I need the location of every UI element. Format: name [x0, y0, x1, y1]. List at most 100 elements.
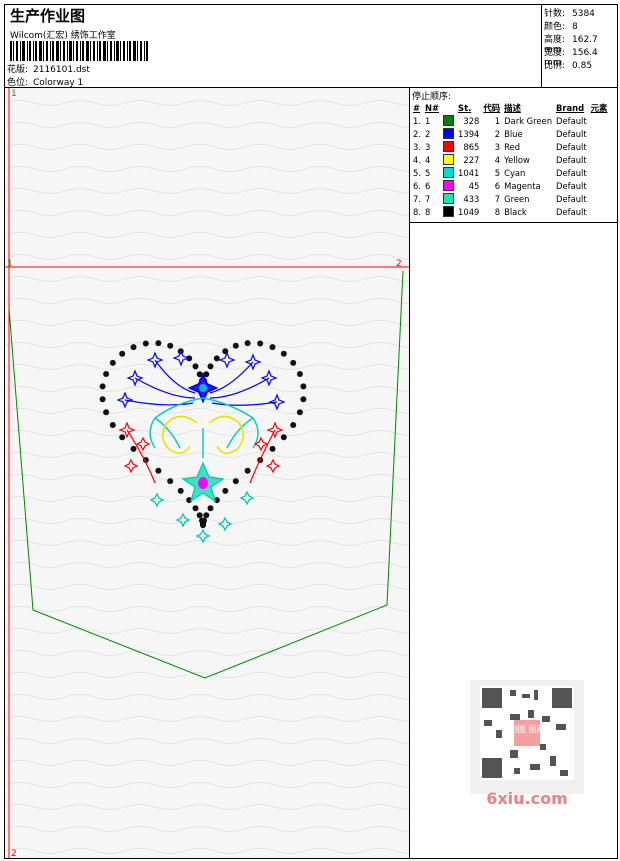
cell-desc: Cyan — [504, 167, 526, 178]
heart-dot — [296, 409, 303, 416]
color-swatch — [443, 115, 455, 126]
qr-code-image: 刻图 图网 6xiu.com — [470, 680, 584, 808]
cell-n: 3 — [425, 141, 431, 152]
cell-desc: Red — [504, 141, 521, 152]
cell-idx: 6. — [413, 180, 421, 191]
cell-n: 7 — [425, 193, 431, 204]
table-row: 6. 6 45 6 Magenta Default — [411, 179, 609, 192]
heart-dot — [244, 467, 251, 474]
heart-dot — [207, 363, 214, 370]
cell-st: 865 — [463, 141, 480, 152]
cell-code: 6 — [494, 180, 501, 191]
heart-dot — [232, 478, 239, 485]
header-info: 生产作业图 Wilcom(汇宏) 绣饰工作室 花版: 2116101.dst 色位… — [4, 4, 542, 88]
color-swatch — [443, 206, 455, 217]
heart-dot — [119, 350, 126, 357]
design-file: 花版: 2116101.dst — [7, 65, 90, 75]
color-swatch — [443, 141, 455, 152]
cell-desc: Black — [504, 206, 527, 217]
color-swatch — [443, 167, 455, 178]
heart-dot — [203, 512, 210, 519]
cell-brand: Default — [556, 206, 587, 217]
cell-idx: 4. — [413, 154, 421, 165]
heart-dot — [290, 422, 297, 428]
cell-code: 5 — [494, 167, 501, 178]
cell-n: 1 — [425, 115, 431, 126]
marker-bottom-left: 2 — [11, 849, 17, 858]
stat-scale: 比例: 0.85 — [544, 61, 593, 71]
heart-dot — [296, 371, 303, 377]
heart-dot — [103, 409, 110, 416]
cell-brand: Default — [556, 115, 587, 126]
cell-st: 45 — [468, 180, 480, 191]
page-title: 生产作业图 — [10, 7, 86, 25]
cell-brand: Default — [556, 154, 587, 165]
heart-dot — [213, 355, 220, 362]
marker-mid-right: 2 — [396, 259, 402, 269]
panel-divider — [410, 222, 617, 223]
design-stats: 针数: 5384 颜色: 8 高度: 162.7 mm 宽度: 156.4 mm 比例:… — [541, 4, 618, 88]
heart-dot — [280, 434, 287, 441]
cell-n: 6 — [425, 180, 431, 191]
cell-st: 227 — [463, 154, 480, 165]
table-row: 1. 1 328 1 Dark Green Default — [411, 114, 609, 127]
heart-dot — [269, 445, 276, 452]
color-swatch — [443, 180, 455, 191]
svg-text:刻图 图网: 刻图 图网 — [510, 724, 545, 734]
heart-dot — [109, 422, 116, 428]
heart-dot — [99, 396, 106, 403]
cell-n: 5 — [425, 167, 431, 178]
stat-stitches: 针数: 5384 — [544, 9, 595, 19]
color-swatch — [443, 193, 455, 204]
heart-dot — [167, 478, 174, 485]
design-canvas[interactable]: 1 1 2 2 — [4, 87, 410, 859]
cell-st: 1049 — [458, 206, 480, 217]
marker-mid-left: 1 — [7, 259, 13, 269]
table-row: 4. 4 227 4 Yellow Default — [411, 153, 609, 166]
magenta-center — [198, 477, 208, 489]
cell-idx: 2. — [413, 128, 421, 139]
table-row: 2. 2 1394 2 Blue Default — [411, 127, 609, 140]
cell-n: 2 — [425, 128, 431, 139]
color-sequence-table: # N# St. 代码 描述 Brand 元素 1. 1 328 1 Dark Green Def… — [411, 101, 609, 218]
table-row: 5. 5 1041 5 Cyan Default — [411, 166, 609, 179]
watermark: 刻图 图网 6xiu.com — [470, 680, 584, 810]
heart-dot — [167, 342, 174, 349]
cell-st: 328 — [463, 115, 480, 126]
cell-idx: 1. — [413, 115, 421, 126]
watermark-text: 6xiu.com — [486, 789, 568, 808]
table-row: 7. 7 433 7 Green Default — [411, 192, 609, 205]
cell-code: 7 — [494, 193, 501, 204]
heart-dot — [155, 340, 162, 347]
heart-dot — [196, 512, 203, 519]
cell-desc: Blue — [504, 128, 523, 139]
heart-dot — [130, 445, 137, 452]
cell-code: 8 — [494, 206, 501, 217]
cell-code: 3 — [494, 141, 501, 152]
cell-n: 8 — [425, 206, 431, 217]
cell-idx: 3. — [413, 141, 421, 152]
barcode — [10, 41, 148, 61]
heart-dot — [192, 363, 199, 370]
cell-brand: Default — [556, 167, 587, 178]
heart-dot — [142, 340, 149, 347]
heart-dot — [207, 505, 214, 512]
cell-idx: 8. — [413, 206, 421, 217]
stat-colors: 颜色: 8 — [544, 22, 578, 32]
cell-code: 1 — [494, 115, 501, 126]
cell-idx: 5. — [413, 167, 421, 178]
heart-dot — [269, 344, 276, 351]
cell-brand: Default — [556, 141, 587, 152]
embroidery-preview: 1 1 2 2 — [5, 88, 409, 858]
cell-n: 4 — [425, 154, 431, 165]
heart-dot — [192, 505, 199, 512]
cell-code: 4 — [494, 154, 501, 165]
heart-dot — [130, 344, 137, 351]
color-swatch — [443, 154, 455, 165]
cell-idx: 7. — [413, 193, 421, 204]
heart-dot — [244, 340, 251, 347]
cell-st: 433 — [463, 193, 480, 204]
heart-dot — [199, 517, 205, 524]
heart-dot — [155, 467, 162, 474]
heart-dot — [177, 487, 184, 494]
